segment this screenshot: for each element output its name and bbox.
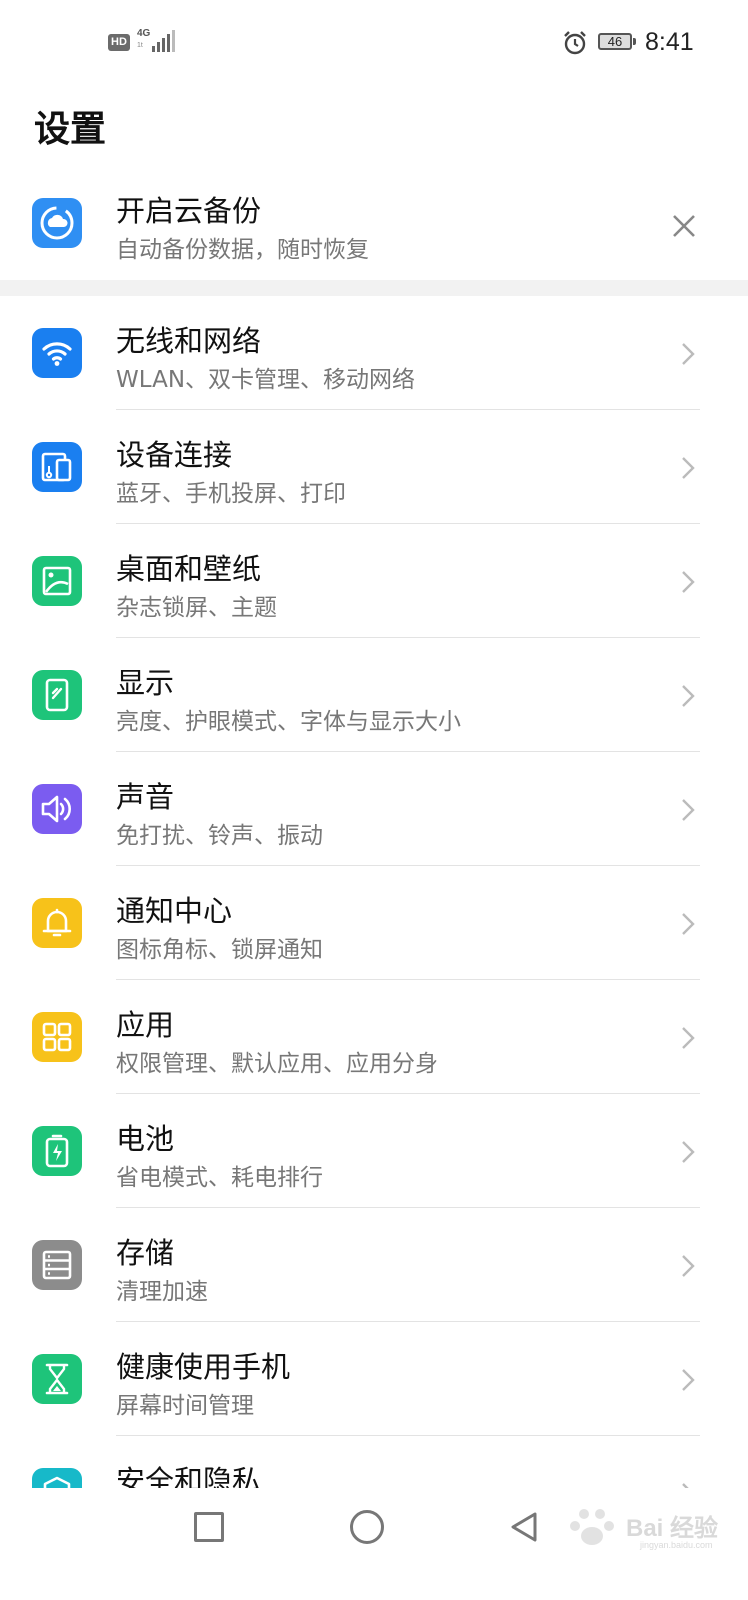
- settings-item-device-connection[interactable]: 设备连接 蓝牙、手机投屏、打印: [0, 410, 748, 524]
- settings-item-title: 应用: [116, 1008, 175, 1042]
- settings-item-title: 健康使用手机: [116, 1350, 291, 1384]
- watermark-url: jingyan.baidu.com: [640, 1540, 713, 1550]
- settings-item-subtitle: WLAN、双卡管理、移动网络: [116, 367, 416, 393]
- settings-item-subtitle: 清理加速: [116, 1279, 208, 1305]
- settings-item-title: 电池: [116, 1122, 175, 1156]
- chevron-right-icon: [682, 1027, 695, 1049]
- storage-icon: [32, 1240, 82, 1290]
- battery-icon: [32, 1126, 82, 1176]
- chevron-right-icon: [682, 1369, 695, 1391]
- chevron-right-icon: [682, 1255, 695, 1277]
- watermark-text: Bai 经验: [626, 1515, 719, 1542]
- status-bar: HD 4G 1t 46 8:41: [0, 0, 748, 86]
- cloud-backup-title: 开启云备份: [116, 194, 262, 228]
- apps-grid-icon: [32, 1012, 82, 1062]
- settings-item-title: 通知中心: [116, 894, 233, 928]
- signal-icon: [150, 30, 175, 52]
- display-icon: [32, 670, 82, 720]
- chevron-right-icon: [682, 913, 695, 935]
- chevron-right-icon: [682, 457, 695, 479]
- settings-item-subtitle: 杂志锁屏、主题: [116, 595, 277, 621]
- settings-item-sound[interactable]: 声音 免打扰、铃声、振动: [0, 752, 748, 866]
- settings-item-wallpaper[interactable]: 桌面和壁纸 杂志锁屏、主题: [0, 524, 748, 638]
- settings-item-title: 设备连接: [116, 438, 233, 472]
- settings-item-storage[interactable]: 存储 清理加速: [0, 1208, 748, 1322]
- wifi-icon: [32, 328, 82, 378]
- settings-item-title: 桌面和壁纸: [116, 552, 262, 586]
- section-divider: [0, 280, 748, 296]
- back-button[interactable]: [507, 1510, 541, 1544]
- chevron-right-icon: [682, 1141, 695, 1163]
- battery-indicator: 46: [598, 33, 632, 50]
- network-type: 4G: [137, 28, 151, 39]
- settings-item-digital-balance[interactable]: 健康使用手机 屏幕时间管理: [0, 1322, 748, 1436]
- watermark: Bai 经验 jingyan.baidu.com: [562, 1496, 732, 1556]
- cloud-backup-card[interactable]: 开启云备份 自动备份数据，随时恢复: [0, 170, 748, 280]
- settings-list: 无线和网络 WLAN、双卡管理、移动网络 设备连接 蓝牙、手机投屏、打印 桌面和…: [0, 296, 748, 1550]
- hourglass-icon: [32, 1354, 82, 1404]
- settings-item-subtitle: 亮度、护眼模式、字体与显示大小: [116, 709, 461, 735]
- sound-icon: [32, 784, 82, 834]
- chevron-right-icon: [682, 571, 695, 593]
- wallpaper-icon: [32, 556, 82, 606]
- bell-icon: [32, 898, 82, 948]
- cloud-backup-icon: [32, 198, 82, 248]
- close-icon[interactable]: [664, 206, 704, 246]
- settings-item-title: 声音: [116, 780, 175, 814]
- settings-item-title: 无线和网络: [116, 324, 262, 358]
- settings-item-subtitle: 图标角标、锁屏通知: [116, 937, 323, 963]
- settings-item-battery[interactable]: 电池 省电模式、耗电排行: [0, 1094, 748, 1208]
- clock: 8:41: [645, 28, 694, 56]
- page-title: 设置: [34, 109, 107, 150]
- settings-item-wireless[interactable]: 无线和网络 WLAN、双卡管理、移动网络: [0, 296, 748, 410]
- battery-tip: [633, 38, 636, 45]
- navigation-bar: Bai 经验 jingyan.baidu.com: [0, 1488, 748, 1600]
- settings-item-subtitle: 权限管理、默认应用、应用分身: [116, 1051, 438, 1077]
- paw-logo-icon: [570, 1509, 614, 1545]
- home-button[interactable]: [350, 1510, 384, 1544]
- settings-item-subtitle: 蓝牙、手机投屏、打印: [116, 481, 346, 507]
- hd-badge: HD: [108, 34, 130, 51]
- device-connect-icon: [32, 442, 82, 492]
- cloud-backup-subtitle: 自动备份数据，随时恢复: [116, 237, 369, 263]
- settings-item-subtitle: 免打扰、铃声、振动: [116, 823, 323, 849]
- settings-item-subtitle: 屏幕时间管理: [116, 1393, 254, 1419]
- network-sub: 1t: [137, 42, 143, 49]
- settings-item-apps[interactable]: 应用 权限管理、默认应用、应用分身: [0, 980, 748, 1094]
- settings-item-notifications[interactable]: 通知中心 图标角标、锁屏通知: [0, 866, 748, 980]
- chevron-right-icon: [682, 799, 695, 821]
- chevron-right-icon: [682, 685, 695, 707]
- settings-item-title: 存储: [116, 1236, 175, 1270]
- recent-apps-button[interactable]: [194, 1512, 224, 1542]
- settings-item-subtitle: 省电模式、耗电排行: [116, 1165, 323, 1191]
- settings-item-title: 显示: [116, 666, 175, 700]
- settings-item-display[interactable]: 显示 亮度、护眼模式、字体与显示大小: [0, 638, 748, 752]
- chevron-right-icon: [682, 343, 695, 365]
- alarm-icon: [564, 31, 586, 55]
